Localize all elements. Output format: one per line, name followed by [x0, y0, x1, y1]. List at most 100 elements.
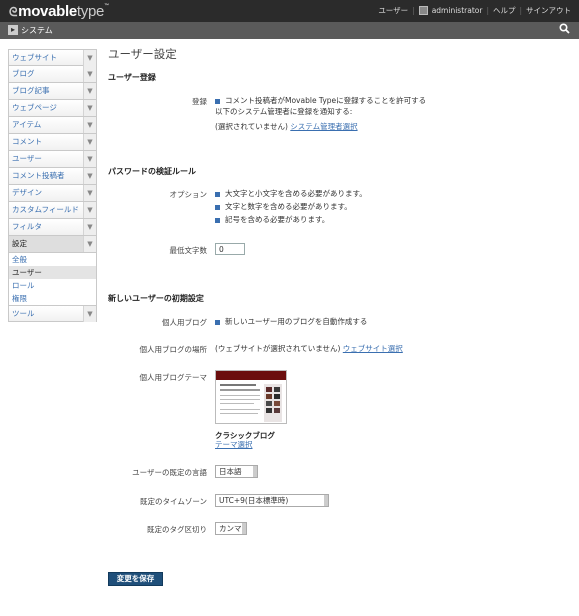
password-opt3-checkbox[interactable]: [215, 217, 220, 223]
chevron-down-icon[interactable]: ▼: [83, 100, 96, 116]
password-section-title: パスワードの検証ルール: [108, 167, 196, 176]
default-language-select[interactable]: 日本語: [215, 465, 258, 478]
submenu-item-roles[interactable]: ロール: [9, 279, 96, 292]
thumb-text-line: [220, 403, 254, 404]
thumb-photo: [274, 408, 280, 413]
logo-trademark: ™: [104, 3, 109, 9]
select-admin-link[interactable]: システム管理者選択: [290, 122, 357, 131]
sidebar-item-entries[interactable]: ブログ記事 ▼: [8, 83, 97, 100]
select-theme-link[interactable]: テーマ選択: [215, 440, 253, 449]
sidebar-item-commenters[interactable]: コメント投稿者 ▼: [8, 168, 97, 185]
timezone-value: UTC+9(日本標準時): [219, 496, 289, 505]
sidebar-item-comments[interactable]: コメント ▼: [8, 134, 97, 151]
help-link[interactable]: ヘルプ: [493, 5, 516, 16]
scope-bar: ▸ システム: [0, 22, 579, 39]
registration-option-text: コメント投稿者がMovable Typeに登録することを許可する: [225, 96, 427, 105]
create-blog-checkbox[interactable]: [215, 319, 220, 325]
thumb-photo: [274, 387, 280, 392]
sidebar-item-label: ウェブページ: [12, 103, 57, 112]
password-opt1-checkbox[interactable]: [215, 191, 220, 197]
default-language-label: ユーザーの既定の言語: [132, 468, 207, 477]
logo-bold-text: movable: [18, 3, 77, 20]
thumb-photo: [266, 408, 272, 413]
sidebar-item-design[interactable]: デザイン ▼: [8, 185, 97, 202]
min-length-label: 最低文字数: [169, 246, 208, 255]
password-opt2-checkbox[interactable]: [215, 204, 220, 210]
blog-theme-label: 個人用ブログテーマ: [139, 373, 208, 382]
sidebar-item-websites[interactable]: ウェブサイト ▼: [8, 49, 97, 66]
signout-link[interactable]: サインアウト: [526, 5, 571, 16]
password-option-3: 記号を含める必要があります。: [215, 214, 329, 225]
sidebar-item-label: ツール: [12, 309, 35, 318]
chevron-down-icon[interactable]: ▼: [83, 50, 96, 66]
chevron-down-icon[interactable]: ▼: [83, 134, 96, 150]
separator: |: [486, 6, 489, 15]
movabletype-logo[interactable]: ᘓmovabletype™: [9, 3, 109, 20]
sidebar-item-filters[interactable]: フィルタ ▼: [8, 219, 97, 236]
sidebar-item-label: カスタムフィールド: [12, 205, 79, 214]
separator: |: [519, 6, 522, 15]
sidebar-item-assets[interactable]: アイテム ▼: [8, 117, 97, 134]
blog-location-row: (ウェブサイトが選択されていません) ウェブサイト選択: [215, 343, 403, 354]
chevron-down-icon[interactable]: ▼: [83, 151, 96, 167]
theme-thumb-header: [216, 371, 286, 380]
chevron-down-icon[interactable]: ▼: [83, 185, 96, 201]
sidebar-item-tools[interactable]: ツール ▼: [8, 305, 97, 322]
thumb-text-line: [220, 409, 260, 410]
chevron-down-icon[interactable]: ▼: [83, 117, 96, 133]
thumb-photo: [266, 394, 272, 399]
submenu-item-general[interactable]: 全般: [9, 253, 96, 266]
search-icon[interactable]: [559, 23, 570, 37]
chevron-down-icon[interactable]: ▼: [83, 83, 96, 99]
sidebar-item-custom-fields[interactable]: カスタムフィールド ▼: [8, 202, 97, 219]
thumb-photo: [274, 401, 280, 406]
sidebar-item-pages[interactable]: ウェブページ ▼: [8, 100, 97, 117]
sidebar-item-label: フィルタ: [12, 222, 42, 231]
theme-thumbnail[interactable]: [215, 370, 287, 424]
username-link[interactable]: administrator: [432, 6, 483, 15]
submenu-item-user[interactable]: ユーザー: [9, 266, 96, 279]
chevron-down-icon[interactable]: ▼: [83, 168, 96, 184]
not-selected-text: (選択されていません): [215, 122, 288, 131]
sidebar-item-users[interactable]: ユーザー ▼: [8, 151, 97, 168]
theme-select-row: テーマ選択: [215, 439, 253, 450]
registration-section-title: ユーザー登録: [108, 73, 156, 82]
select-scroll-indicator: [242, 523, 246, 534]
password-opt2-text: 文字と数字を含める必要があります。: [225, 202, 352, 211]
chevron-down-icon[interactable]: ▼: [83, 66, 96, 82]
sidebar-item-label: コメント: [12, 137, 42, 146]
thumb-photo: [274, 394, 280, 399]
registration-checkbox[interactable]: [215, 98, 220, 104]
sidebar-item-label: コメント投稿者: [12, 171, 65, 180]
min-length-input[interactable]: 0: [215, 243, 245, 255]
registration-option: コメント投稿者がMovable Typeに登録することを許可する 以下のシステム…: [215, 95, 426, 117]
submenu-item-permissions[interactable]: 権限: [9, 292, 96, 305]
scope-label[interactable]: システム: [21, 25, 53, 36]
tag-delimiter-select[interactable]: カンマ: [215, 522, 247, 535]
system-menu-icon[interactable]: ▸: [8, 25, 18, 35]
chevron-down-icon[interactable]: ▼: [83, 219, 96, 235]
thumb-photo: [266, 387, 272, 392]
personal-blog-label: 個人用ブログ: [162, 318, 207, 327]
logo-swirl-icon: ᘓ: [9, 5, 18, 19]
select-website-link[interactable]: ウェブサイト選択: [343, 344, 403, 353]
thumb-text-line: [220, 395, 260, 396]
chevron-down-icon[interactable]: ▼: [83, 202, 96, 218]
sidebar-menu: ウェブサイト ▼ ブログ ▼ ブログ記事 ▼ ウェブページ ▼ アイテム ▼ コメント ▼ …: [8, 49, 97, 322]
thumb-text-line: [220, 384, 256, 386]
separator: |: [412, 6, 415, 15]
chevron-down-icon[interactable]: ▼: [83, 236, 96, 252]
thumb-text-line: [220, 413, 258, 414]
tag-delimiter-value: カンマ: [219, 524, 242, 533]
chevron-down-icon[interactable]: ▼: [83, 306, 96, 322]
password-opt3-text: 記号を含める必要があります。: [225, 215, 330, 224]
user-avatar-icon: [418, 6, 428, 15]
tag-delimiter-label: 既定のタグ区切り: [147, 525, 207, 534]
sidebar-item-blogs[interactable]: ブログ ▼: [8, 66, 97, 83]
sidebar-item-label: 設定: [12, 239, 27, 248]
newuser-section-title: 新しいユーザーの初期設定: [108, 294, 204, 303]
save-button[interactable]: 変更を保存: [108, 572, 163, 586]
sidebar-item-settings[interactable]: 設定 ▼: [8, 236, 97, 253]
thumb-photo: [266, 401, 272, 406]
default-timezone-select[interactable]: UTC+9(日本標準時): [215, 494, 329, 507]
